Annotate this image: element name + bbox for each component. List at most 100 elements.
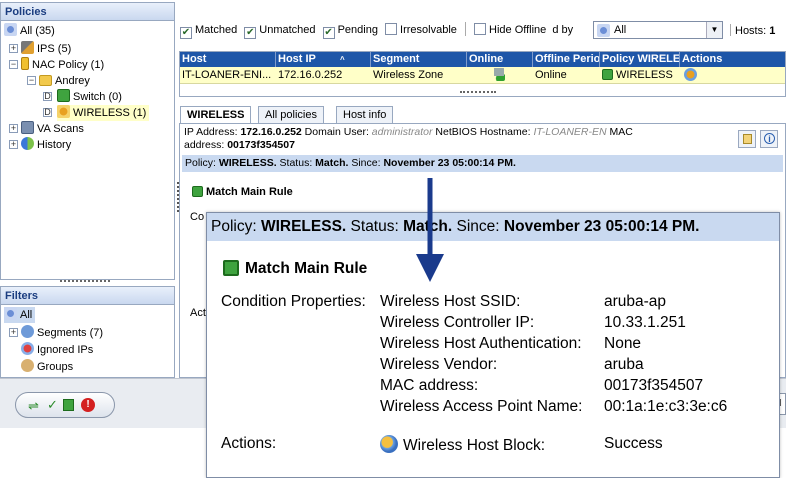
property-name: MAC address: <box>380 377 479 394</box>
column-header-segment[interactable]: Segment <box>371 52 467 67</box>
tree-item-history[interactable]: History <box>21 137 71 153</box>
segments-icon <box>21 325 34 338</box>
tree-item-nac-policy[interactable]: NAC Policy (1) <box>21 57 104 73</box>
left-splitter-grip[interactable] <box>60 280 110 284</box>
policy-status-bar: Policy: WIRELESS. Status: Match. Since: … <box>182 155 783 172</box>
tree-item-va-scans[interactable]: VA Scans <box>21 121 84 137</box>
collapse-nac-toggle[interactable]: − <box>9 60 18 69</box>
filter-item-segments[interactable]: Segments (7) <box>21 325 103 341</box>
folder-icon <box>39 75 52 86</box>
property-name: Wireless Vendor: <box>380 356 498 373</box>
unmatched-checkbox[interactable]: ✔ Unmatched <box>244 24 316 39</box>
expand-wireless-toggle[interactable]: D <box>43 108 52 117</box>
expand-ips-toggle[interactable]: + <box>9 44 18 53</box>
info-button[interactable]: i <box>760 130 778 148</box>
property-value: aruba-ap <box>604 293 667 310</box>
hosts-grid: Host Host IP ^ Segment Online Offline Per… <box>179 51 786 97</box>
filter-item-groups[interactable]: Groups <box>21 359 73 375</box>
groups-icon <box>21 359 34 372</box>
column-header-online[interactable]: Online <box>467 52 533 67</box>
cell-actions <box>682 68 712 83</box>
export-button[interactable] <box>738 130 756 148</box>
column-header-actions[interactable]: Actions <box>680 52 786 67</box>
tree-item-wireless-selected[interactable]: WIRELESS (1) <box>57 105 150 121</box>
host-info-line-2: address: 00173f354507 <box>184 139 295 151</box>
tree-item-switch[interactable]: Switch (0) <box>57 89 122 105</box>
tree-item-andrey[interactable]: Andrey <box>39 73 90 89</box>
tab-all-policies[interactable]: All policies <box>258 106 324 123</box>
condition-fragment: Co <box>190 211 205 223</box>
action-value: Success <box>604 435 663 452</box>
zoom-policy-status-bar: Policy: WIRELESS. Status: Match. Since: … <box>207 213 779 241</box>
expand-segments-toggle[interactable]: + <box>9 328 18 337</box>
hide-offline-checkbox[interactable]: Hide Offline <box>474 23 546 36</box>
callout-arrow <box>416 178 444 282</box>
cell-segment: Wireless Zone <box>373 69 444 81</box>
filters-panel-title: Filters <box>1 287 174 305</box>
matched-checkbox[interactable]: ✔ Matched <box>180 24 237 39</box>
actions-fragment: Act <box>190 307 206 319</box>
column-header-policy[interactable]: Policy WIRELES <box>600 52 680 67</box>
check-icon: ✔ <box>244 27 257 39</box>
property-value: None <box>604 335 642 352</box>
expand-switch-toggle[interactable]: D <box>43 92 52 101</box>
column-header-offline-period[interactable]: Offline Perio <box>533 52 600 67</box>
hosts-count: Hosts: 1 <box>730 24 775 37</box>
column-header-host-ip[interactable]: Host IP ^ <box>276 52 371 67</box>
cell-host-ip: 172.16.0.252 <box>278 69 343 81</box>
all-icon <box>4 23 17 36</box>
cell-online-status-icon <box>490 68 510 83</box>
export-icon <box>743 134 752 144</box>
condition-properties-label: Condition Properties: <box>221 293 366 310</box>
tree-item-ips[interactable]: IPS (5) <box>21 41 71 57</box>
grid-splitter-grip[interactable] <box>460 91 496 94</box>
details-splitter[interactable] <box>177 182 180 212</box>
property-name: Wireless Host SSID: <box>380 293 521 310</box>
pending-checkbox[interactable]: ✔ Pending <box>322 24 378 39</box>
property-name: Wireless Controller IP: <box>380 314 535 331</box>
property-value: 00:1a:1e:c3:3e:c6 <box>604 398 728 415</box>
irresolvable-checkbox[interactable]: Irresolvable <box>385 23 457 36</box>
property-value: aruba <box>604 356 644 373</box>
expand-history-toggle[interactable]: + <box>9 140 18 149</box>
tree-item-all[interactable]: All (35) <box>4 23 55 39</box>
filter-item-all-selected[interactable]: All <box>4 307 36 323</box>
filter-item-ignored-ips[interactable]: Ignored IPs <box>21 342 93 358</box>
sync-icon: ⇌ <box>28 398 39 413</box>
table-row[interactable]: IT-LOANER-ENI... 172.16.0.252 Wireless Z… <box>180 67 785 84</box>
host-info-line-1: IP Address: 172.16.0.252 Domain User: ad… <box>184 126 633 138</box>
arrow-shaft <box>427 178 433 258</box>
column-header-host[interactable]: Host <box>180 52 276 67</box>
rule-row-small: Match Main Rule <box>192 186 293 198</box>
match-icon <box>192 186 203 197</box>
va-scans-icon <box>21 121 34 134</box>
chevron-down-icon[interactable]: ▼ <box>706 22 722 38</box>
zoom-callout: Policy: WIRELESS. Status: Match. Since: … <box>206 212 780 478</box>
expand-va-scans-toggle[interactable]: + <box>9 124 18 133</box>
tab-wireless[interactable]: WIRELESS <box>180 106 252 124</box>
collapse-andrey-toggle[interactable]: − <box>27 76 36 85</box>
all-icon <box>597 24 610 37</box>
cell-host: IT-LOANER-ENI... <box>182 69 272 81</box>
property-name: Wireless Access Point Name: <box>380 398 583 415</box>
tab-host-info[interactable]: Host info <box>336 106 394 123</box>
info-icon: i <box>764 133 775 144</box>
all-icon <box>4 307 17 320</box>
actions-label: Actions: <box>221 435 277 452</box>
status-pill[interactable]: ⇌ ✓ ! <box>15 392 115 418</box>
sort-up-icon: ^ <box>340 55 345 64</box>
zoom-rule-title: Match Main Rule <box>223 260 367 278</box>
policy-icon <box>57 89 70 102</box>
filter-dropdown[interactable]: All ▼ <box>593 21 723 39</box>
wireless-policy-icon <box>57 105 70 118</box>
check-icon: ✓ <box>47 397 58 412</box>
match-icon <box>602 69 613 80</box>
alert-icon: ! <box>81 398 95 412</box>
property-value: 10.33.1.251 <box>604 314 686 331</box>
online-computer-icon <box>492 68 505 81</box>
action-name: Wireless Host Block: <box>380 435 545 455</box>
match-icon <box>223 260 239 276</box>
cell-offline-period: Online <box>535 69 567 81</box>
report-icon <box>63 399 74 411</box>
property-value: 00173f354507 <box>604 377 704 394</box>
